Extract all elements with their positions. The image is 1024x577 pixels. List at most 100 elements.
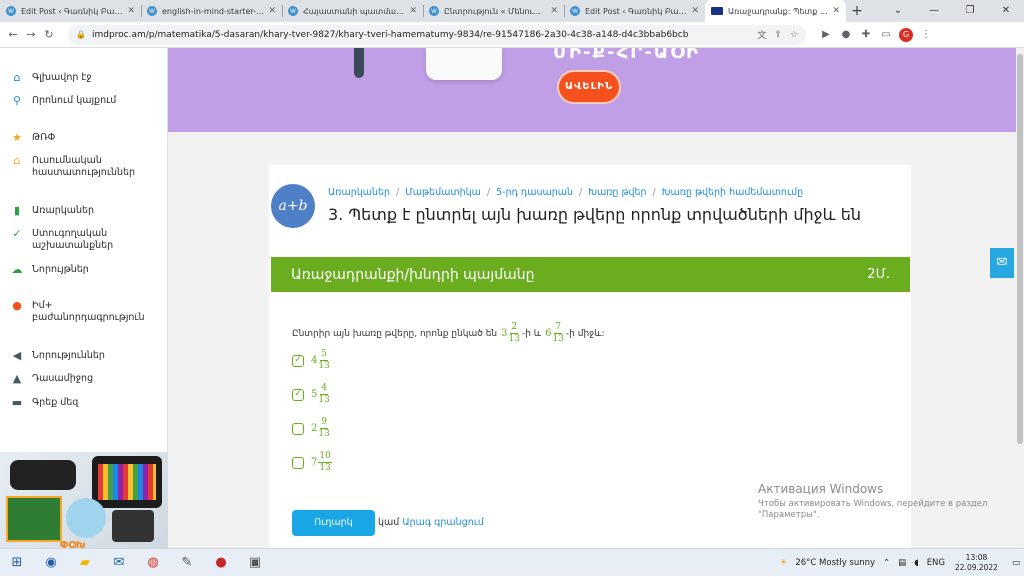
answer-option[interactable]: 7 10 13 (292, 451, 334, 474)
scrollbar[interactable] (1016, 48, 1024, 548)
sidebar-item-break[interactable]: ▲ Դասամիջոց (10, 373, 93, 385)
weather-icon[interactable]: ☀ (780, 558, 788, 568)
sidebar-item-institutions[interactable]: ⌂ Ուսումնական հաստատություններ (10, 155, 140, 179)
search-icon: ⚲ (12, 94, 22, 107)
new-tab-button[interactable]: + (846, 0, 868, 22)
paint-icon[interactable]: ✎ (170, 549, 204, 577)
alternative-action: կամ Արագ գրանցում (378, 517, 484, 528)
browser-tab[interactable]: Wenglish-in-mind-starter-1.pdf✕ (141, 0, 282, 22)
breadcrumb-link[interactable]: Մաթեմատիկա (405, 187, 481, 198)
file-explorer-icon[interactable]: ▰ (68, 549, 102, 577)
lock-icon[interactable]: 🔒 (76, 30, 86, 39)
edge-icon[interactable]: ◉ (34, 549, 68, 577)
sidebar-item-subscription[interactable]: ● Իմ+ բաժանորդագրություն (10, 300, 160, 324)
browser-tab[interactable]: WԸնտրություն « Մենուա 2023✕ (423, 0, 564, 22)
sidebar: ⌂ Գլխավոր էջ ⚲ Որոնում կայքում ★ ԹՌՓ ⌂ Ուսու… (0, 48, 168, 548)
points-badge: 2Մ. (867, 267, 890, 282)
close-tab-icon[interactable]: ✕ (832, 6, 840, 16)
sidebar-item-new[interactable]: ☁ Նորույթներ (10, 264, 89, 276)
url-field[interactable]: 🔒 imdproc.am/p/matematika/5-dasaran/khar… (68, 24, 806, 45)
pen-image (354, 48, 364, 78)
mail-app-icon[interactable]: ✉ (102, 549, 136, 577)
breadcrumb-link[interactable]: Խառը թվերի համեմատումը (662, 187, 803, 198)
browser-tab[interactable]: WEdit Post ‹ Գառնիկ Բարսեղյան✕ (0, 0, 141, 22)
sidebar-item-contact[interactable]: ▬ Գրեք մեզ (10, 396, 79, 409)
screen-recorder-icon[interactable]: ● (204, 549, 238, 577)
notifications-icon[interactable]: ▭ (1012, 558, 1020, 568)
extension-icon[interactable]: ▶ (816, 29, 836, 40)
browser-tab-active[interactable]: Առաջադրանք: Պետք է ը ✕ (705, 0, 846, 22)
mail-icon[interactable]: ✉ (990, 248, 1014, 278)
app-icon[interactable]: ▣ (238, 549, 272, 577)
tablet-image (112, 510, 154, 542)
sidepanel-icon[interactable]: ▭ (876, 29, 896, 40)
check-circle-icon: ✓ (12, 227, 22, 240)
answer-option[interactable]: 2 9 13 (292, 417, 332, 440)
home-icon: ⌂ (13, 71, 21, 84)
banner-headline: ՄԻ-Ք-ՀՐ-ԱՕԻ (553, 48, 701, 63)
network-icon[interactable]: ▤ (898, 558, 906, 568)
institution-icon: ⌂ (13, 154, 21, 167)
windows-taskbar: ⊞ ◉ ▰ ✉ ◍ ✎ ● ▣ ☀ 26°C Mostly sunny ⌃ ▤ … (0, 548, 1024, 576)
clock[interactable]: 13:08 22.09.2022 (955, 553, 998, 573)
profile-avatar[interactable]: G (899, 27, 913, 42)
windows-start-icon[interactable]: ⊞ (0, 549, 34, 577)
web-page: ⌂ Գլխավոր էջ ⚲ Որոնում կայքում ★ ԹՌՓ ⌂ Ուսու… (0, 48, 1024, 548)
close-tab-icon[interactable]: ✕ (268, 6, 276, 16)
bookmark-star-icon[interactable]: ☆ (790, 30, 798, 40)
answer-option[interactable]: ✓ 4 5 13 (292, 349, 332, 372)
close-tab-icon[interactable]: ✕ (127, 6, 135, 16)
sidebar-item-news[interactable]: ◀ Նորություններ (10, 350, 105, 362)
sidebar-item-search[interactable]: ⚲ Որոնում կայքում (10, 95, 116, 107)
minimize-icon[interactable]: — (916, 0, 952, 22)
browser-tab-strip: WEdit Post ‹ Գառնիկ Բարսեղյան✕ Wenglish-… (0, 0, 1024, 22)
mixed-number: 3 2 13 (501, 322, 520, 344)
weather-status[interactable]: 26°C Mostly sunny (795, 558, 875, 568)
checkbox-checked[interactable]: ✓ (292, 388, 304, 401)
breadcrumb-link[interactable]: 5-րդ դասարան (496, 187, 573, 198)
language-indicator[interactable]: ENG (927, 558, 945, 568)
answer-option[interactable]: ✓ 5 4 13 (292, 383, 332, 406)
chrome-icon[interactable]: ◍ (136, 549, 170, 577)
extensions-puzzle-icon[interactable]: ✚ (856, 29, 876, 40)
close-tab-icon[interactable]: ✕ (409, 6, 417, 16)
volume-icon[interactable]: ◖ (914, 558, 918, 568)
translate-icon[interactable]: 文 (757, 28, 766, 41)
sidebar-item-home[interactable]: ⌂ Գլխավոր էջ (10, 72, 92, 84)
close-tab-icon[interactable]: ✕ (550, 6, 558, 16)
reload-icon[interactable]: ↻ (40, 28, 58, 41)
chevron-up-icon[interactable]: ⌃ (883, 558, 890, 568)
share-icon[interactable]: ⇪ (774, 30, 782, 40)
quick-register-link[interactable]: Արագ գրանցում (402, 517, 484, 528)
submit-button[interactable]: Ուղարկ (292, 510, 375, 536)
sidebar-item-exams[interactable]: ★ ԹՌՓ (10, 132, 55, 144)
close-tab-icon[interactable]: ✕ (691, 6, 699, 16)
sidebar-item-tests[interactable]: ✓ Ստուգողական աշխատանքներ (10, 228, 130, 252)
forward-icon[interactable]: → (22, 28, 40, 41)
plush-toy-image (66, 498, 106, 538)
site-icon (711, 7, 723, 15)
checkbox-unchecked[interactable] (292, 456, 304, 469)
chevron-down-icon[interactable]: ⌄ (880, 0, 916, 22)
section-header: Առաջադրանքի/խնդրի պայմանը 2Մ. (271, 257, 910, 292)
banner-more-button[interactable]: ԱՎԵԼԻՆ (557, 70, 621, 104)
wordpress-icon: W (429, 6, 439, 16)
plus-badge-icon: ● (12, 299, 22, 312)
restore-icon[interactable]: ❐ (952, 0, 988, 22)
advertisement-image[interactable]: ՓՕԽ (0, 452, 168, 548)
browser-tab[interactable]: W Հայաստանի պատմական ✕ (282, 0, 423, 22)
earbuds-image (426, 48, 502, 80)
checkbox-checked[interactable]: ✓ (292, 354, 304, 367)
chat-icon: ▬ (11, 396, 23, 409)
scrollbar-thumb[interactable] (1017, 54, 1023, 444)
sidebar-item-subjects[interactable]: ▮ Առարկաներ (10, 205, 94, 217)
back-icon[interactable]: ← (4, 28, 22, 41)
breadcrumb-link[interactable]: Խառը թվեր (588, 187, 646, 198)
extension-icon[interactable]: ● (836, 29, 856, 40)
breadcrumb-link[interactable]: Առարկաներ (328, 187, 390, 198)
menu-dots-icon[interactable]: ⋮ (916, 29, 936, 40)
close-window-icon[interactable]: ✕ (988, 0, 1024, 22)
browser-tab[interactable]: WEdit Post ‹ Գառնիկ Բարսեղյան✕ (564, 0, 705, 22)
checkbox-unchecked[interactable] (292, 422, 304, 435)
toy-box-image (6, 496, 62, 542)
